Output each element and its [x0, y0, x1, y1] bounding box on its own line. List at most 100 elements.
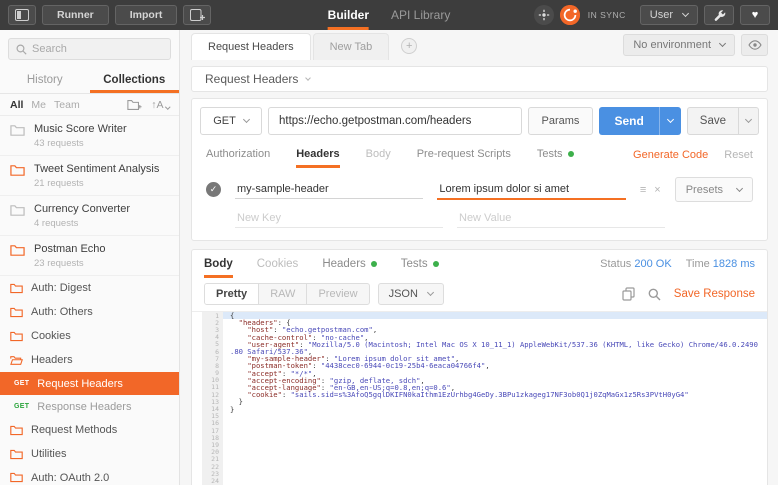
reset-link[interactable]: Reset: [724, 149, 753, 161]
collection-name: Currency Converter: [34, 203, 130, 215]
filter-me[interactable]: Me: [31, 99, 46, 111]
collection-music-score-writer[interactable]: Music Score Writer 43 requests: [0, 116, 179, 156]
import-button[interactable]: Import: [115, 5, 178, 25]
request-request-headers[interactable]: GET Request Headers: [0, 372, 179, 395]
filter-team[interactable]: Team: [54, 99, 80, 111]
new-tab-button[interactable]: +: [401, 38, 417, 54]
settings-button[interactable]: [704, 5, 734, 25]
method-selector[interactable]: GET: [200, 107, 262, 135]
format-selector[interactable]: JSON: [378, 283, 444, 305]
folder-icon: [10, 204, 25, 229]
toggle-sidebar-button[interactable]: [8, 5, 36, 25]
save-button[interactable]: Save: [687, 107, 759, 135]
request-editor-tabs: Authorization Headers Body Pre-request S…: [200, 141, 759, 168]
folder-auth-others[interactable]: Auth: Others: [0, 300, 179, 324]
sync-icon: [560, 5, 580, 25]
url-input[interactable]: [268, 107, 522, 135]
folder-auth-digest[interactable]: Auth: Digest: [0, 276, 179, 300]
folder-headers[interactable]: Headers: [0, 348, 179, 372]
code-line: 20: [202, 449, 767, 456]
user-menu-label: User: [650, 9, 673, 21]
tab-tests[interactable]: Tests: [537, 141, 574, 168]
open-tab-request-headers[interactable]: Request Headers: [191, 33, 311, 60]
tab-api-library[interactable]: API Library: [391, 0, 450, 30]
request-title-bar[interactable]: Request Headers: [191, 66, 768, 92]
favorites-button[interactable]: ♥: [740, 5, 770, 25]
collection-postman-echo[interactable]: Postman Echo 23 requests: [0, 236, 179, 276]
view-mode-preview[interactable]: Preview: [307, 284, 368, 304]
request-response-headers[interactable]: GET Response Headers: [0, 395, 179, 418]
check-icon: ✓: [210, 185, 218, 194]
send-button[interactable]: Send: [599, 107, 680, 135]
drag-handle-icon[interactable]: ≡: [640, 184, 646, 196]
environment-preview-button[interactable]: [741, 34, 768, 56]
environment-selector[interactable]: No environment: [623, 34, 735, 56]
user-menu-button[interactable]: User: [640, 5, 698, 25]
tab-body[interactable]: Body: [366, 141, 391, 168]
params-button[interactable]: Params: [528, 107, 594, 135]
folder-name: Auth: OAuth 2.0: [31, 472, 109, 484]
folder-name: Auth: Others: [31, 306, 93, 318]
tab-response-headers[interactable]: Headers: [322, 250, 376, 278]
folder-cookies[interactable]: Cookies: [0, 324, 179, 348]
tab-authorization[interactable]: Authorization: [206, 141, 270, 168]
generate-code-link[interactable]: Generate Code: [633, 149, 708, 161]
tab-history[interactable]: History: [0, 68, 90, 93]
header-enabled-checkbox[interactable]: ✓: [206, 182, 221, 197]
header-value-input[interactable]: [437, 180, 625, 200]
folder-name: Headers: [31, 354, 73, 366]
search-input[interactable]: [32, 43, 163, 55]
collection-name: Music Score Writer: [34, 123, 127, 135]
code-line: 17: [202, 427, 767, 434]
runner-button[interactable]: Runner: [42, 5, 109, 25]
header-key-input[interactable]: [235, 180, 423, 199]
request-builder-panel: GET Params Send Save Authorization Heade…: [191, 98, 768, 241]
presets-dropdown[interactable]: Presets: [675, 177, 753, 202]
chevron-down-icon: [667, 116, 674, 123]
method-label: GET: [213, 115, 236, 127]
presets-label: Presets: [686, 184, 723, 196]
response-toolbar: Pretty RAW Preview JSON Save Response: [192, 278, 767, 311]
code-line: 24: [202, 477, 767, 484]
folder-utilities[interactable]: Utilities: [0, 442, 179, 466]
headers-key-value-editor: ✓ ≡ × Presets: [200, 168, 759, 240]
view-mode-raw[interactable]: RAW: [259, 284, 307, 304]
proxy-button[interactable]: [534, 5, 554, 25]
search-response-button[interactable]: [648, 288, 661, 301]
tab-response-cookies[interactable]: Cookies: [257, 250, 299, 278]
response-code-viewer[interactable]: 1{2 "headers": {3 "host": "echo.getpostm…: [192, 311, 767, 485]
new-header-value-input[interactable]: [457, 209, 665, 228]
remove-row-icon[interactable]: ×: [654, 184, 660, 196]
copy-button[interactable]: [622, 287, 635, 301]
sync-status-label: IN SYNC: [588, 10, 626, 20]
open-tab-new-tab[interactable]: New Tab: [313, 33, 390, 60]
folder-auth-oauth2[interactable]: Auth: OAuth 2.0: [0, 466, 179, 485]
folder-icon: [10, 164, 25, 189]
chevron-down-icon: [745, 116, 752, 123]
view-mode-pretty[interactable]: Pretty: [205, 284, 259, 304]
folder-icon: [10, 331, 23, 342]
new-folder-button[interactable]: [127, 99, 142, 111]
filter-all[interactable]: All: [10, 99, 23, 111]
collection-name: Postman Echo: [34, 243, 106, 255]
tab-pre-request-scripts[interactable]: Pre-request Scripts: [417, 141, 511, 168]
save-response-link[interactable]: Save Response: [674, 288, 755, 300]
collection-tweet-sentiment[interactable]: Tweet Sentiment Analysis 21 requests: [0, 156, 179, 196]
time-badge: Time 1828 ms: [686, 258, 755, 270]
new-header-key-input[interactable]: [235, 209, 443, 228]
folder-request-methods[interactable]: Request Methods: [0, 418, 179, 442]
tab-builder[interactable]: Builder: [328, 0, 369, 30]
collection-currency-converter[interactable]: Currency Converter 4 requests: [0, 196, 179, 236]
sidebar-search[interactable]: [8, 38, 171, 60]
tab-response-tests[interactable]: Tests: [401, 250, 439, 278]
sort-button[interactable]: ↑A: [151, 99, 169, 111]
code-line: 21: [202, 456, 767, 463]
tab-headers[interactable]: Headers: [296, 141, 339, 168]
send-label: Send: [599, 107, 658, 135]
sync-button[interactable]: [560, 5, 580, 25]
tab-response-body[interactable]: Body: [204, 250, 233, 278]
request-name: Response Headers: [37, 401, 131, 413]
folder-icon: [10, 283, 23, 294]
new-window-button[interactable]: [183, 5, 211, 25]
tab-collections[interactable]: Collections: [90, 68, 180, 93]
